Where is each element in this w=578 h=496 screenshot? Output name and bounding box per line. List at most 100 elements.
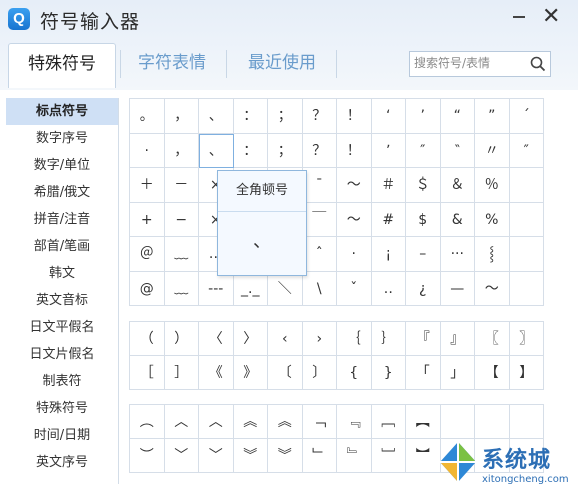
symbol-cell[interactable]: ‶ (440, 133, 475, 168)
symbol-cell[interactable]: ＆ (440, 168, 475, 203)
symbol-cell[interactable]: ﹀ (199, 439, 234, 473)
symbol-cell[interactable]: 、 (199, 133, 234, 168)
symbol-cell[interactable]: 《 (199, 356, 234, 390)
symbol-cell[interactable]: ｛ (337, 322, 372, 356)
symbol-cell[interactable]: ＠ (130, 237, 165, 272)
sidebar-item[interactable]: 拼音/注音 (6, 206, 118, 233)
tab-recent[interactable]: 最近使用 (234, 43, 330, 87)
symbol-cell[interactable]: · (337, 237, 372, 272)
minimize-icon[interactable] (513, 16, 525, 18)
symbol-cell[interactable]: ～ (337, 168, 372, 203)
symbol-cell[interactable]: ··· (440, 237, 475, 272)
symbol-cell[interactable]: ； (268, 99, 303, 134)
sidebar-item[interactable]: 数字序号 (6, 125, 118, 152)
symbol-cell[interactable]: ﹂ (302, 439, 337, 473)
symbol-cell[interactable]: ︿ (164, 405, 199, 439)
symbol-cell[interactable]: 」 (440, 356, 475, 390)
symbol-cell[interactable]: ﹇ (371, 405, 406, 439)
symbol-cell[interactable]: ″ (406, 133, 441, 168)
symbol-cell[interactable]: ￣ (302, 202, 337, 237)
symbol-cell[interactable]: · (130, 133, 165, 168)
symbol-cell[interactable]: ﹏ (164, 271, 199, 306)
symbol-cell[interactable]: ” (475, 99, 510, 134)
symbol-cell[interactable]: ﹁ (302, 405, 337, 439)
sidebar-item[interactable]: 特殊符号 (6, 395, 118, 422)
symbol-cell[interactable]: ， (164, 99, 199, 134)
symbol-cell[interactable]: ʼ (371, 133, 406, 168)
symbol-cell[interactable]: ？ (302, 99, 337, 134)
sidebar-item[interactable]: 韩文 (6, 260, 118, 287)
symbol-cell[interactable]: 】 (509, 356, 544, 390)
symbol-cell[interactable]: 、 (199, 99, 234, 134)
symbol-cell[interactable]: & (440, 202, 475, 237)
search-input[interactable] (414, 54, 522, 72)
symbol-cell[interactable]: 〖 (475, 322, 510, 356)
symbol-cell[interactable]: – (406, 237, 441, 272)
symbol-cell[interactable]: _._ (233, 271, 268, 306)
symbol-cell[interactable]: ︻ (406, 405, 441, 439)
symbol-cell[interactable]: ＃ (371, 168, 406, 203)
symbol-cell[interactable]: \ (302, 271, 337, 306)
symbol-cell[interactable]: ﹀ (164, 439, 199, 473)
sidebar-item[interactable]: 制表符 (6, 368, 118, 395)
symbol-cell[interactable]: ： (233, 133, 268, 168)
symbol-cell[interactable]: ︵ (130, 405, 165, 439)
symbol-cell[interactable]: ‹ (268, 322, 303, 356)
symbol-cell[interactable]: ︼ (406, 439, 441, 473)
symbol-cell[interactable] (509, 168, 544, 203)
symbol-cell[interactable]: ˉ (302, 168, 337, 203)
symbol-cell[interactable]: › (302, 322, 337, 356)
symbol-cell[interactable]: ％ (475, 168, 510, 203)
symbol-cell[interactable] (509, 237, 544, 272)
sidebar-item[interactable]: 数字/单位 (6, 152, 118, 179)
symbol-cell[interactable]: ︿ (199, 405, 234, 439)
sidebar-item[interactable]: 英文音标 (6, 287, 118, 314)
symbol-cell[interactable]: ˊ (509, 99, 544, 134)
symbol-cell[interactable]: ﹄ (337, 439, 372, 473)
tab-emoticons[interactable]: 字符表情 (124, 43, 220, 87)
symbol-cell[interactable]: “ (440, 99, 475, 134)
symbol-cell[interactable]: 〔 (268, 356, 303, 390)
symbol-cell[interactable]: ¿ (406, 271, 441, 306)
symbol-cell[interactable]: （ (130, 322, 165, 356)
symbol-cell[interactable] (509, 202, 544, 237)
symbol-cell[interactable]: 。 (130, 99, 165, 134)
symbol-cell[interactable]: — (440, 271, 475, 306)
symbol-cell[interactable]: ！ (337, 133, 372, 168)
symbol-cell[interactable]: 〈 (199, 322, 234, 356)
symbol-cell[interactable]: ﹈ (371, 439, 406, 473)
symbol-cell[interactable]: ］ (164, 356, 199, 390)
symbol-cell[interactable]: ） (164, 322, 199, 356)
symbol-cell[interactable]: ， (164, 133, 199, 168)
symbol-cell[interactable]: ｝ (371, 322, 406, 356)
symbol-cell[interactable]: ︾ (268, 439, 303, 473)
symbol-cell[interactable]: @ (130, 271, 165, 306)
close-icon[interactable]: ✕ (542, 4, 560, 29)
symbol-cell[interactable]: $ (406, 202, 441, 237)
symbol-cell[interactable]: 〗 (509, 322, 544, 356)
symbol-cell[interactable]: − (164, 202, 199, 237)
sidebar-item[interactable]: 日文平假名 (6, 314, 118, 341)
symbol-cell[interactable]: --- (199, 271, 234, 306)
symbol-cell[interactable]: ˆ (302, 237, 337, 272)
sidebar-item[interactable]: 部首/笔画 (6, 233, 118, 260)
symbol-cell[interactable]: ［ (130, 356, 165, 390)
symbol-cell[interactable]: ’ (406, 99, 441, 134)
symbol-cell[interactable]: ＼ (268, 271, 303, 306)
symbol-cell[interactable]: ︽ (268, 405, 303, 439)
symbol-cell[interactable]: ﹏ (164, 237, 199, 272)
symbol-cell[interactable]: 【 (475, 356, 510, 390)
symbol-cell[interactable]: 〃 (475, 133, 510, 168)
symbol-cell[interactable]: { (337, 356, 372, 390)
symbol-cell[interactable]: 』 (440, 322, 475, 356)
sidebar-item[interactable]: 时间/日期 (6, 422, 118, 449)
symbol-cell[interactable]: 》 (233, 356, 268, 390)
symbol-cell[interactable]: ︽ (233, 405, 268, 439)
symbol-cell[interactable]: ﹃ (337, 405, 372, 439)
symbol-cell[interactable] (475, 405, 510, 439)
symbol-cell[interactable]: ？ (302, 133, 337, 168)
symbol-cell[interactable]: % (475, 202, 510, 237)
symbol-cell[interactable]: 〜 (337, 202, 372, 237)
sidebar-item[interactable]: 日文片假名 (6, 341, 118, 368)
symbol-cell[interactable]: ： (233, 99, 268, 134)
